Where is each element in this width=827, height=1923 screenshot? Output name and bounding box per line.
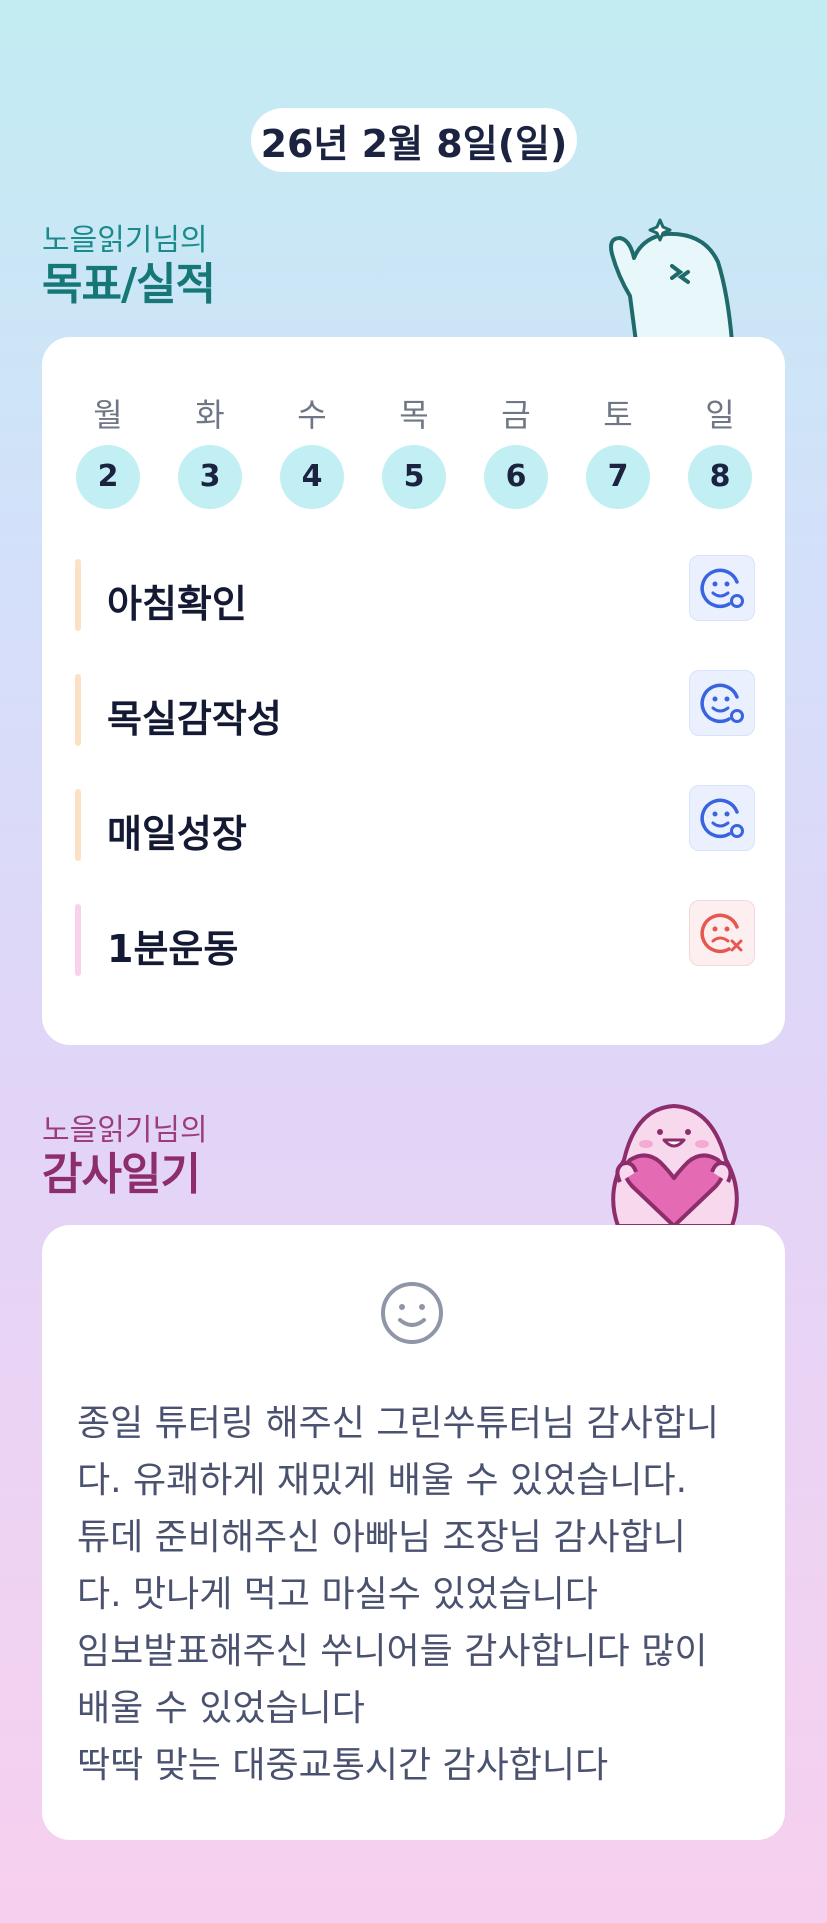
journal-line: 다. 유쾌하게 재밌게 배울 수 있었습니다. xyxy=(77,1460,688,1501)
day-sun[interactable]: 일 8 xyxy=(688,393,752,509)
weekday-label: 수 xyxy=(297,396,327,434)
gratitude-journal-card: 종일 튜터링 해주신 그린쑤튜터님 감사합니 다. 유쾌하게 재밌게 배울 수 … xyxy=(42,1225,785,1840)
goals-section-title: 목표/실적 xyxy=(42,259,216,310)
goal-row: 목실감작성 xyxy=(75,670,755,746)
goal-label: 매일성장 xyxy=(107,812,247,856)
journal-line: 임보발표해주신 쑤니어들 감사합니다 많이 xyxy=(77,1631,708,1672)
date-pill[interactable]: 26년 2월 8일(일) xyxy=(251,108,577,172)
happy-check-icon xyxy=(700,683,744,724)
weekday-label: 일 xyxy=(705,396,735,434)
goal-color-bar xyxy=(75,904,81,976)
week-strip: 월 2 화 3 수 4 목 5 금 6 토 7 일 8 xyxy=(42,393,785,513)
goal-color-bar xyxy=(75,559,81,631)
heart-mascot-illustration xyxy=(611,1104,739,1226)
day-thu[interactable]: 목 5 xyxy=(382,393,446,509)
goal-color-bar xyxy=(75,789,81,861)
happy-check-icon xyxy=(700,798,744,839)
date-circle: 6 xyxy=(484,445,548,509)
gratitude-journal-text: 종일 튜터링 해주신 그린쑤튜터님 감사합니 다. 유쾌하게 재밌게 배울 수 … xyxy=(77,1395,757,1794)
goals-card: 월 2 화 3 수 4 목 5 금 6 토 7 일 8 아침확인 목실감작성 매… xyxy=(42,337,785,1045)
day-tue[interactable]: 화 3 xyxy=(178,393,242,509)
goal-status-button[interactable] xyxy=(689,900,755,966)
weekday-label: 화 xyxy=(195,396,225,434)
sad-x-icon xyxy=(700,913,743,954)
day-mon[interactable]: 월 2 xyxy=(76,393,140,509)
journal-line: 종일 튜터링 해주신 그린쑤튜터님 감사합니 xyxy=(77,1403,719,1444)
journal-line: 튜데 준비해주신 아빠님 조장님 감사합니 xyxy=(77,1517,686,1558)
smile-icon[interactable] xyxy=(379,1280,445,1346)
thanks-section-title: 감사일기 xyxy=(42,1149,201,1200)
date-circle: 7 xyxy=(586,445,650,509)
journal-line: 다. 맛나게 먹고 마실수 있었습니다 xyxy=(77,1574,598,1615)
weekday-label: 금 xyxy=(501,396,531,434)
weekday-label: 월 xyxy=(93,396,123,434)
date-circle: 8 xyxy=(688,445,752,509)
goal-row: 매일성장 xyxy=(75,785,755,861)
weekday-label: 목 xyxy=(399,396,429,434)
happy-check-icon xyxy=(700,568,744,609)
journal-line: 딱딱 맞는 대중교통시간 감사합니다 xyxy=(77,1745,609,1786)
date-circle: 3 xyxy=(178,445,242,509)
day-wed[interactable]: 수 4 xyxy=(280,393,344,509)
goal-label: 목실감작성 xyxy=(107,697,282,741)
date-circle: 2 xyxy=(76,445,140,509)
goal-row: 아침확인 xyxy=(75,555,755,631)
goal-label: 아침확인 xyxy=(107,582,247,626)
weekday-label: 토 xyxy=(603,396,633,434)
goal-status-button[interactable] xyxy=(689,785,755,851)
goal-label: 1분운동 xyxy=(107,927,239,971)
date-circle: 4 xyxy=(280,445,344,509)
waving-mascot-illustration xyxy=(609,218,734,342)
date-label: 26년 2월 8일(일) xyxy=(260,121,568,166)
day-fri[interactable]: 금 6 xyxy=(484,393,548,509)
date-circle: 5 xyxy=(382,445,446,509)
day-sat[interactable]: 토 7 xyxy=(586,393,650,509)
journal-line: 배울 수 있었습니다 xyxy=(77,1688,365,1729)
goal-color-bar xyxy=(75,674,81,746)
goal-status-button[interactable] xyxy=(689,670,755,736)
goal-row: 1분운동 xyxy=(75,900,755,976)
goal-status-button[interactable] xyxy=(689,555,755,621)
